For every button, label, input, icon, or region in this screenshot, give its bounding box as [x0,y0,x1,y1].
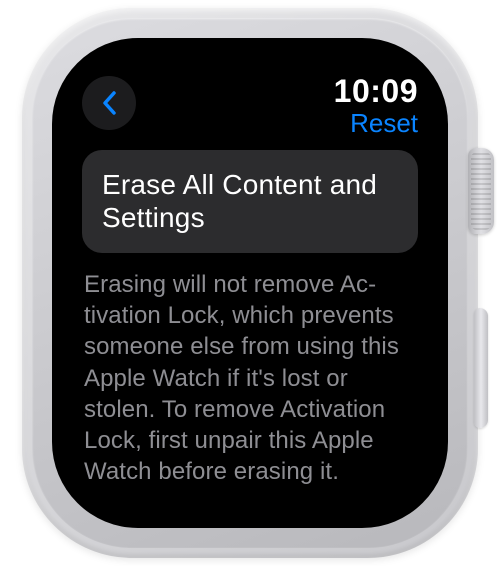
status-right: 10:09 Reset [334,74,418,138]
status-bar: 10:09 Reset [82,74,418,138]
erase-description: Erasing will not remove Ac­tivation Lock… [82,269,418,487]
watch-case: 10:09 Reset Erase All Content and Settin… [22,8,478,558]
digital-crown[interactable] [468,148,494,234]
chevron-left-icon [102,91,116,115]
side-button[interactable] [474,308,488,428]
erase-all-label: Erase All Content and Settings [102,168,398,235]
back-button[interactable] [82,76,136,130]
watch-screen: 10:09 Reset Erase All Content and Settin… [52,38,448,528]
page-title: Reset [334,109,418,138]
clock-time: 10:09 [334,74,418,109]
erase-all-button[interactable]: Erase All Content and Settings [82,150,418,253]
